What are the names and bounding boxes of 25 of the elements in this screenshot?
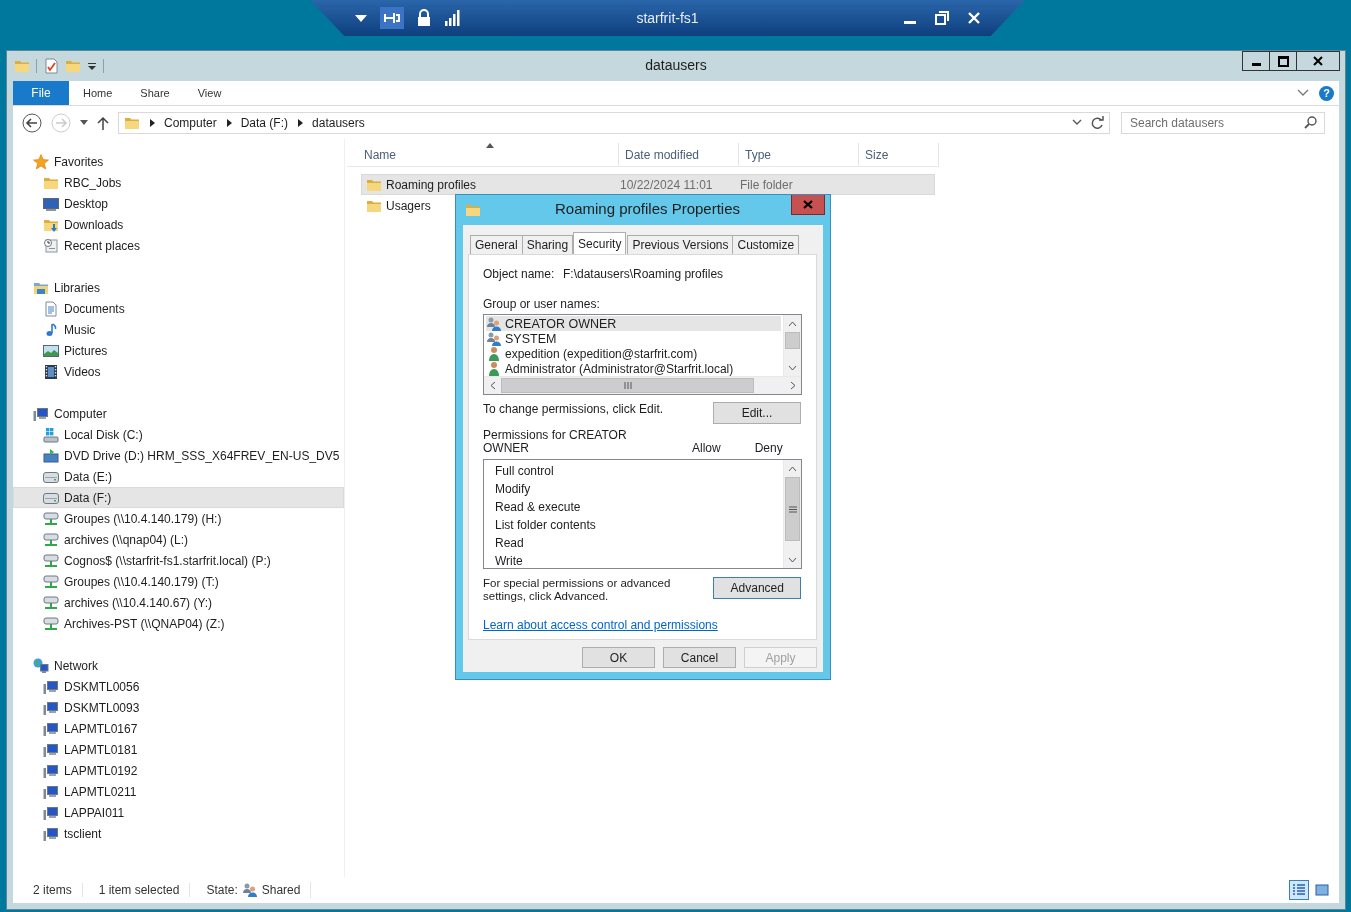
- group-list-label: Group or user names:: [483, 297, 601, 311]
- permission-name: Read: [495, 535, 525, 552]
- permission-name: List folder contents: [495, 517, 597, 534]
- permission-name: Modify: [495, 481, 532, 498]
- file-type: File folder: [740, 177, 793, 192]
- permission-name: Read & execute: [495, 499, 582, 516]
- edit-hint: To change permissions, click Edit.: [483, 402, 664, 416]
- permission-name: Full control: [495, 463, 555, 480]
- file-name: Usagers: [386, 198, 431, 213]
- state-value: Shared: [261, 883, 301, 897]
- item-count: 2 items: [27, 883, 83, 897]
- permission-name: Write: [495, 553, 524, 570]
- object-name-label: Object name:: [483, 267, 556, 281]
- date-modified: 10/22/2024 11:01: [620, 177, 714, 192]
- permissions-label: Permissions for CREATOR OWNER: [483, 429, 628, 455]
- connection-title: starfrit-fs1: [636, 10, 699, 26]
- deny-column-label: Deny: [754, 442, 783, 455]
- advanced-hint: For special permissions or advanced settings, click Advanced.: [483, 577, 672, 603]
- selection-count: 1 item selected: [92, 883, 191, 897]
- file-name: Roaming profiles: [386, 177, 477, 192]
- allow-column-label: Allow: [692, 442, 721, 455]
- state-label: State:: [206, 883, 238, 897]
- object-name-value: F:\datausers\Roaming profiles: [563, 267, 724, 281]
- window-title: datausers: [645, 57, 707, 73]
- dialog-title: Roaming profiles Properties: [554, 200, 741, 217]
